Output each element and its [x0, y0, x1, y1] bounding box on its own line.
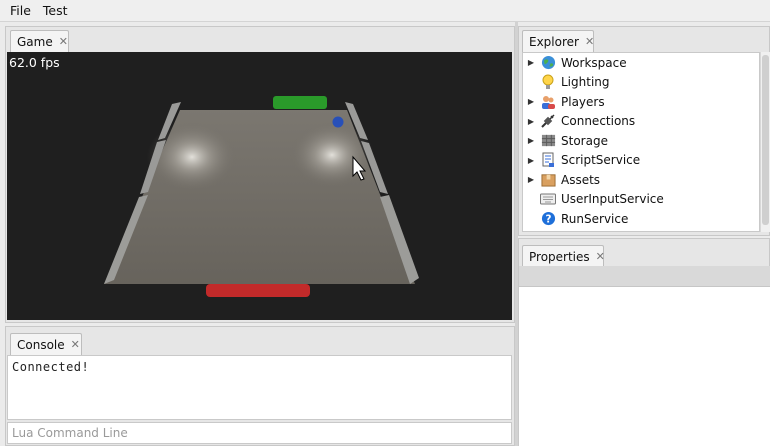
- players-icon: [540, 94, 556, 110]
- menu-file[interactable]: File: [4, 0, 37, 22]
- tree-item-label: Lighting: [561, 75, 610, 90]
- lua-command-input[interactable]: [7, 422, 512, 444]
- light-spot-left: [147, 122, 237, 192]
- keyboard-icon: [540, 191, 556, 207]
- fps-counter: 62.0 fps: [9, 55, 60, 70]
- expand-arrow-icon[interactable]: ▶: [525, 156, 537, 165]
- expand-arrow-icon[interactable]: ▶: [525, 117, 537, 126]
- tree-item-label: Assets: [561, 172, 601, 187]
- tab-console-label: Console: [17, 337, 65, 352]
- tree-item-scriptservice[interactable]: ▶ ScriptService: [523, 151, 759, 171]
- tree-item-label: RunService: [561, 211, 629, 226]
- tab-explorer[interactable]: Explorer ✕: [522, 30, 594, 52]
- tab-console[interactable]: Console ✕: [10, 333, 82, 355]
- explorer-scrollbar[interactable]: [760, 52, 770, 232]
- tree-item-workspace[interactable]: ▶ Workspace: [523, 53, 759, 73]
- tree-item-runservice[interactable]: ▶ ? RunService: [523, 209, 759, 229]
- svg-text:?: ?: [545, 214, 551, 226]
- tree-item-label: Storage: [561, 133, 608, 148]
- menu-test[interactable]: Test: [37, 0, 74, 22]
- console-line: Connected!: [12, 360, 90, 374]
- globe-icon: [540, 55, 556, 71]
- storage-icon: [540, 133, 556, 149]
- script-icon: [540, 152, 556, 168]
- console-output: Connected!: [7, 355, 512, 420]
- tree-item-players[interactable]: ▶ Players: [523, 92, 759, 112]
- close-icon[interactable]: ✕: [585, 36, 594, 47]
- help-icon: ?: [540, 211, 556, 227]
- expand-arrow-icon[interactable]: ▶: [525, 58, 537, 67]
- properties-body: [519, 287, 770, 446]
- close-icon[interactable]: ✕: [596, 251, 605, 262]
- expand-arrow-icon[interactable]: ▶: [525, 136, 537, 145]
- tab-explorer-label: Explorer: [529, 34, 579, 49]
- tree-item-storage[interactable]: ▶ Storage: [523, 131, 759, 151]
- paddle-top: [273, 96, 327, 109]
- scrollbar-thumb[interactable]: [762, 55, 769, 225]
- tree-item-userinputservice[interactable]: ▶ UserInputService: [523, 190, 759, 210]
- box-icon: [540, 172, 556, 188]
- tab-properties[interactable]: Properties ✕: [522, 245, 605, 267]
- properties-header: [519, 266, 770, 287]
- tree-item-label: Players: [561, 94, 605, 109]
- tab-game[interactable]: Game ✕: [10, 30, 69, 52]
- explorer-tree: ▶ Workspace ▶ Lighting ▶ Players ▶ Conne…: [522, 52, 760, 232]
- menu-bar: File Test: [0, 0, 770, 22]
- paddle-bottom: [206, 284, 310, 297]
- tree-item-assets[interactable]: ▶ Assets: [523, 170, 759, 190]
- expand-arrow-icon[interactable]: ▶: [525, 97, 537, 106]
- tree-item-connections[interactable]: ▶ Connections: [523, 112, 759, 132]
- tree-item-label: Connections: [561, 114, 636, 129]
- lightbulb-icon: [540, 74, 556, 90]
- ball: [332, 116, 344, 128]
- game-viewport[interactable]: 62.0 fps: [7, 52, 512, 320]
- tree-item-lighting[interactable]: ▶ Lighting: [523, 73, 759, 93]
- tree-item-label: ScriptService: [561, 153, 641, 168]
- expand-arrow-icon[interactable]: ▶: [525, 175, 537, 184]
- game-scene: [104, 96, 419, 297]
- tab-properties-label: Properties: [529, 249, 590, 264]
- tab-game-label: Game: [17, 34, 53, 49]
- close-icon[interactable]: ✕: [59, 36, 68, 47]
- tree-item-label: Workspace: [561, 55, 627, 70]
- arena-floor: [104, 110, 415, 284]
- close-icon[interactable]: ✕: [71, 339, 80, 350]
- plug-icon: [540, 113, 556, 129]
- tree-item-label: UserInputService: [561, 192, 664, 207]
